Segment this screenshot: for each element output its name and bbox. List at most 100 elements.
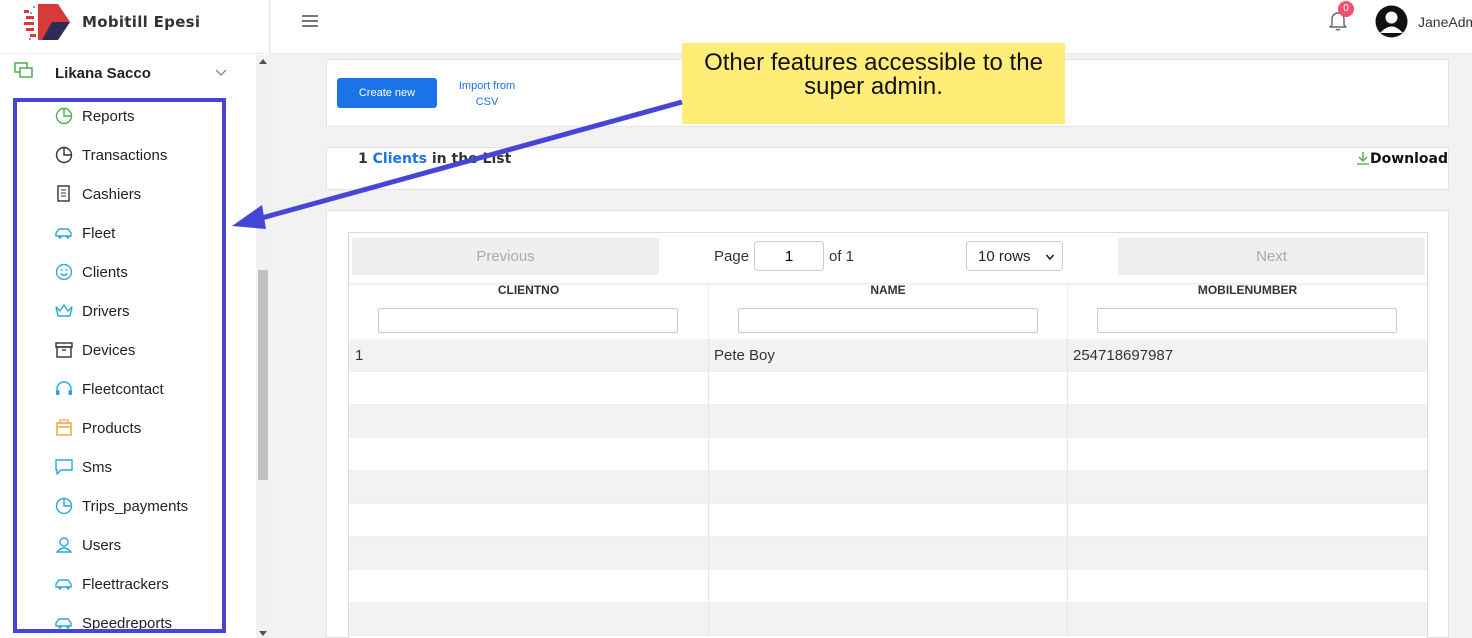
headset-icon <box>56 381 72 395</box>
column-divider <box>708 504 709 537</box>
page-number-input[interactable] <box>754 241 824 271</box>
create-new-button[interactable]: Create new <box>337 78 437 108</box>
table-card: Previous Page of 1 10 rows Next CLIENTNO… <box>326 210 1449 638</box>
org-name: Likana Sacco <box>55 65 151 82</box>
sidebar-item-label: Devices <box>82 342 136 359</box>
column-divider <box>1067 438 1068 471</box>
scroll-down-arrow[interactable] <box>259 631 267 636</box>
brand-name: Mobitill Epesi <box>82 13 201 31</box>
column-header-name[interactable]: NAME <box>709 283 1068 341</box>
mobilenumber-filter-input[interactable] <box>1097 308 1397 333</box>
sidebar-item-fleetcontact[interactable]: Fleetcontact <box>0 370 255 409</box>
record-count: 1 Clients in the List <box>358 151 511 167</box>
sidebar-item-label: Fleettrackers <box>82 576 169 593</box>
next-button[interactable]: Next <box>1118 238 1425 275</box>
pie-chart-icon <box>55 107 73 125</box>
previous-button[interactable]: Previous <box>352 238 659 275</box>
pie-chart-icon <box>55 497 73 515</box>
chevron-down-icon <box>215 69 227 76</box>
sidebar: Mobitill Epesi Likana Sacco Reports Tran… <box>0 0 270 638</box>
import-csv-link[interactable]: Import from CSV <box>455 78 519 110</box>
message-icon <box>55 459 73 475</box>
sidebar-item-label: Sms <box>82 459 112 476</box>
column-divider <box>1067 570 1068 603</box>
sidebar-item-speedreports[interactable]: Speedreports <box>0 604 255 638</box>
column-divider <box>1067 405 1068 438</box>
column-divider <box>1067 471 1068 504</box>
pagination-bar: Previous Page of 1 10 rows Next <box>349 233 1427 283</box>
sidebar-item-sms[interactable]: Sms <box>0 448 255 487</box>
sidebar-item-label: Transactions <box>82 147 168 164</box>
cell-name: Pete Boy <box>714 347 775 364</box>
column-divider <box>1067 603 1068 636</box>
sidebar-item-label: Clients <box>82 264 128 281</box>
sidebar-item-clients[interactable]: Clients <box>0 253 255 292</box>
sidebar-menu: Reports Transactions Cashiers Fleet Clie… <box>0 97 255 638</box>
sidebar-item-label: Reports <box>82 108 135 125</box>
rows-per-page-select[interactable]: 10 rows <box>966 241 1063 271</box>
column-divider <box>1067 372 1068 405</box>
car-icon <box>55 579 72 590</box>
username[interactable]: JaneAdmin <box>1418 14 1472 30</box>
chevron-down-icon <box>1046 254 1054 261</box>
crown-icon <box>55 304 73 317</box>
sidebar-item-transactions[interactable]: Transactions <box>0 136 255 175</box>
org-selector[interactable]: Likana Sacco <box>0 55 255 93</box>
column-header-clientno[interactable]: CLIENTNO <box>349 283 709 341</box>
column-title: CLIENTNO <box>497 283 560 297</box>
brand-header: Mobitill Epesi <box>0 0 270 54</box>
sidebar-item-reports[interactable]: Reports <box>0 97 255 136</box>
download-label: Download <box>1369 151 1448 167</box>
scroll-up-arrow[interactable] <box>259 59 267 64</box>
column-divider <box>708 372 709 405</box>
table-row-empty <box>349 504 1427 537</box>
column-divider <box>1067 339 1068 372</box>
cell-clientno: 1 <box>355 347 364 364</box>
table-row-empty <box>349 603 1427 636</box>
sidebar-item-fleettrackers[interactable]: Fleettrackers <box>0 565 255 604</box>
sidebar-item-label: Speedreports <box>82 615 173 632</box>
archive-icon <box>55 342 73 358</box>
page-label: Page <box>714 248 750 265</box>
column-divider <box>708 471 709 504</box>
download-icon <box>1356 152 1369 165</box>
hamburger-menu-icon[interactable] <box>301 13 319 29</box>
table-row-empty <box>349 537 1427 570</box>
sidebar-item-trips-payments[interactable]: Trips_payments <box>0 487 255 526</box>
sidebar-item-products[interactable]: Products <box>0 409 255 448</box>
summary-card: 1 Clients in the List Download <box>326 147 1449 190</box>
count-entity[interactable]: Clients <box>373 151 427 167</box>
avatar[interactable] <box>1375 5 1408 38</box>
sidebar-item-users[interactable]: Users <box>0 526 255 565</box>
table-row-empty <box>349 438 1427 471</box>
download-button[interactable]: Download <box>1356 151 1448 167</box>
sidebar-item-drivers[interactable]: Drivers <box>0 292 255 331</box>
clientno-filter-input[interactable] <box>378 308 678 333</box>
column-divider <box>1067 537 1068 570</box>
sidebar-item-label: Products <box>82 420 142 437</box>
column-divider <box>708 570 709 603</box>
column-header-mobilenumber[interactable]: MOBILENUMBER <box>1068 283 1427 341</box>
pie-chart-icon <box>55 146 73 164</box>
scroll-thumb[interactable] <box>258 270 268 480</box>
column-title: MOBILENUMBER <box>1197 283 1298 297</box>
table-row-empty <box>349 570 1427 603</box>
name-filter-input[interactable] <box>738 308 1038 333</box>
smile-icon <box>55 263 73 281</box>
sidebar-item-cashiers[interactable]: Cashiers <box>0 175 255 214</box>
page-of-label: of 1 <box>829 248 855 265</box>
table-row[interactable]: 1 Pete Boy 254718697987 <box>349 339 1427 372</box>
column-divider <box>708 603 709 636</box>
sidebar-item-devices[interactable]: Devices <box>0 331 255 370</box>
count-suffix: in the List <box>431 151 512 167</box>
sidebar-item-label: Cashiers <box>82 186 142 203</box>
column-title: NAME <box>870 283 906 297</box>
annotation-callout: Other features accessible to the super a… <box>682 43 1065 124</box>
brand-logo[interactable] <box>24 2 72 42</box>
column-divider <box>708 339 709 372</box>
rows-per-page-value: 10 rows <box>978 248 1031 265</box>
sidebar-item-label: Users <box>82 537 122 554</box>
sidebar-item-label: Fleetcontact <box>82 381 164 398</box>
sidebar-item-fleet[interactable]: Fleet <box>0 214 255 253</box>
sidebar-scrollbar[interactable] <box>256 55 270 638</box>
